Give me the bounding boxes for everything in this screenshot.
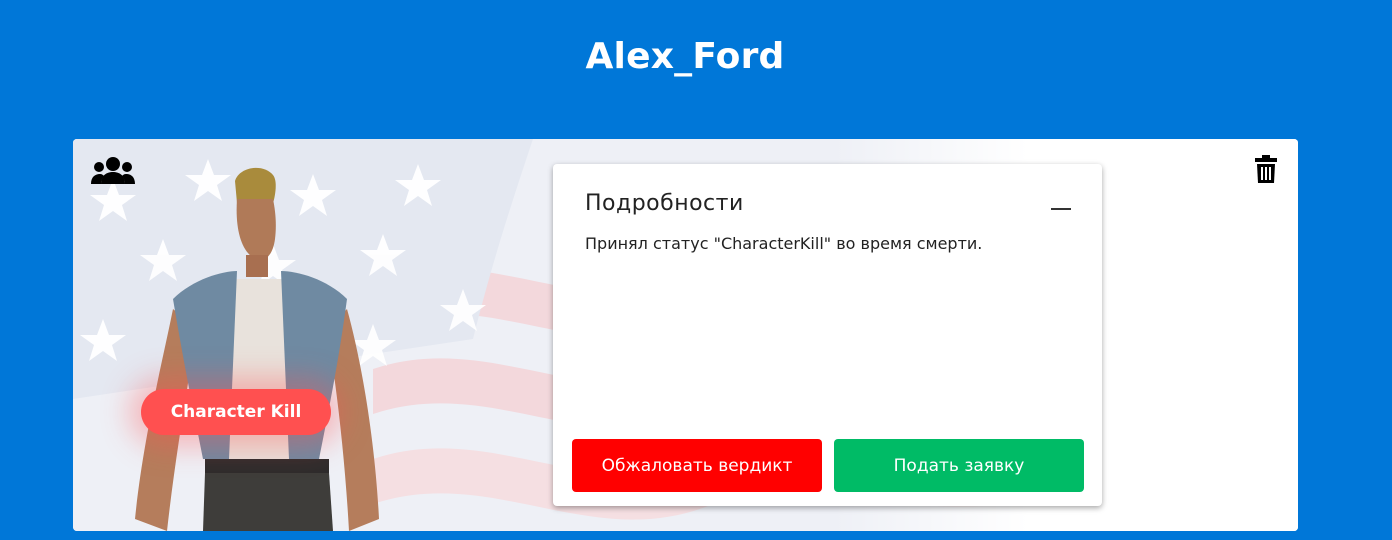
group-users-icon[interactable]	[91, 155, 135, 185]
trash-icon[interactable]	[1254, 155, 1278, 183]
page-title: Alex_Ford	[585, 36, 785, 77]
character-image	[135, 167, 379, 531]
minus-icon[interactable]	[1051, 208, 1071, 210]
appeal-verdict-button[interactable]: Обжаловать вердикт	[572, 439, 822, 492]
details-text: Принял статус "CharacterKill" во время с…	[585, 234, 983, 253]
details-title: Подробности	[585, 191, 744, 216]
character-card: Character Kill Подробности Принял статус…	[73, 139, 1298, 531]
character-kill-badge: Character Kill	[141, 389, 331, 435]
details-panel: Подробности Принял статус "CharacterKill…	[553, 164, 1102, 506]
submit-application-button[interactable]: Подать заявку	[834, 439, 1084, 492]
